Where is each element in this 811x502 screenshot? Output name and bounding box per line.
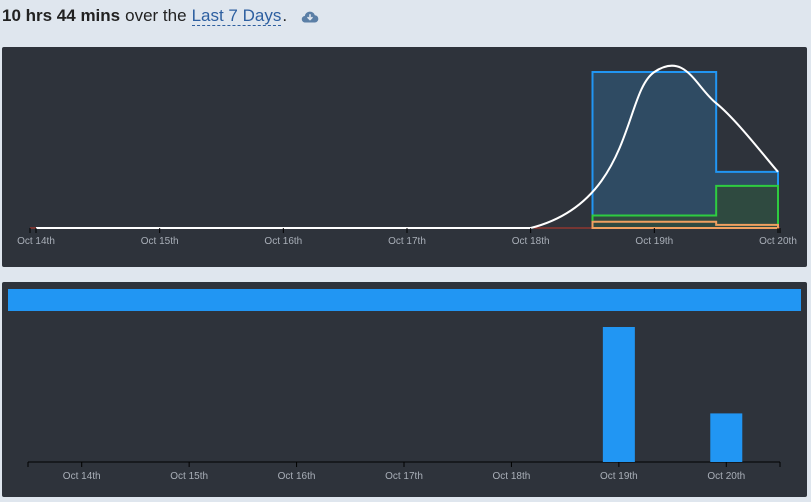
area-x-tick-label: Oct 16th [264,236,302,247]
summary-header: 10 hrs 44 mins over the Last 7 Days . [2,4,319,28]
period-text: . [282,6,288,25]
daily-bar-chart-panel: Oct 14th Oct 15th Oct 16th Oct 17th Oct 18th… [2,282,807,497]
area-x-tick-label: Oct 15th [141,236,179,247]
bar-x-tick-label: Oct 19th [600,471,638,482]
bar-5 [602,327,635,462]
bar-x-tick-label: Oct 18th [493,471,531,482]
bar-x-tick-label: Oct 16th [278,471,316,482]
area-x-tick-label: Oct 17th [388,236,426,247]
bar-x-tick-label: Oct 14th [63,471,101,482]
total-time: 10 hrs 44 mins [2,6,121,25]
activity-area-chart-panel: Oct 14th Oct 15th Oct 16th Oct 17th Oct 18th… [2,47,807,267]
over-the-text: over the [125,6,187,25]
date-range-link[interactable]: Last 7 Days [191,6,282,26]
bar-x-tick-label: Oct 17th [385,471,423,482]
area-x-tick-label: Oct 20th [759,236,797,247]
cloud-download-icon[interactable] [301,9,319,23]
bar-x-tick-label: Oct 20th [707,471,745,482]
bar-6 [710,413,743,462]
activity-area-chart: Oct 14th Oct 15th Oct 16th Oct 17th Oct 18th… [17,64,797,247]
daily-bar-chart: Oct 14th Oct 15th Oct 16th Oct 17th Oct 18th… [8,289,801,482]
area-x-tick-label: Oct 19th [635,236,673,247]
area-x-tick-label: Oct 14th [17,236,55,247]
top-summary-bar [8,289,801,311]
area-x-tick-label: Oct 18th [512,236,550,247]
bar-x-tick-label: Oct 15th [170,471,208,482]
